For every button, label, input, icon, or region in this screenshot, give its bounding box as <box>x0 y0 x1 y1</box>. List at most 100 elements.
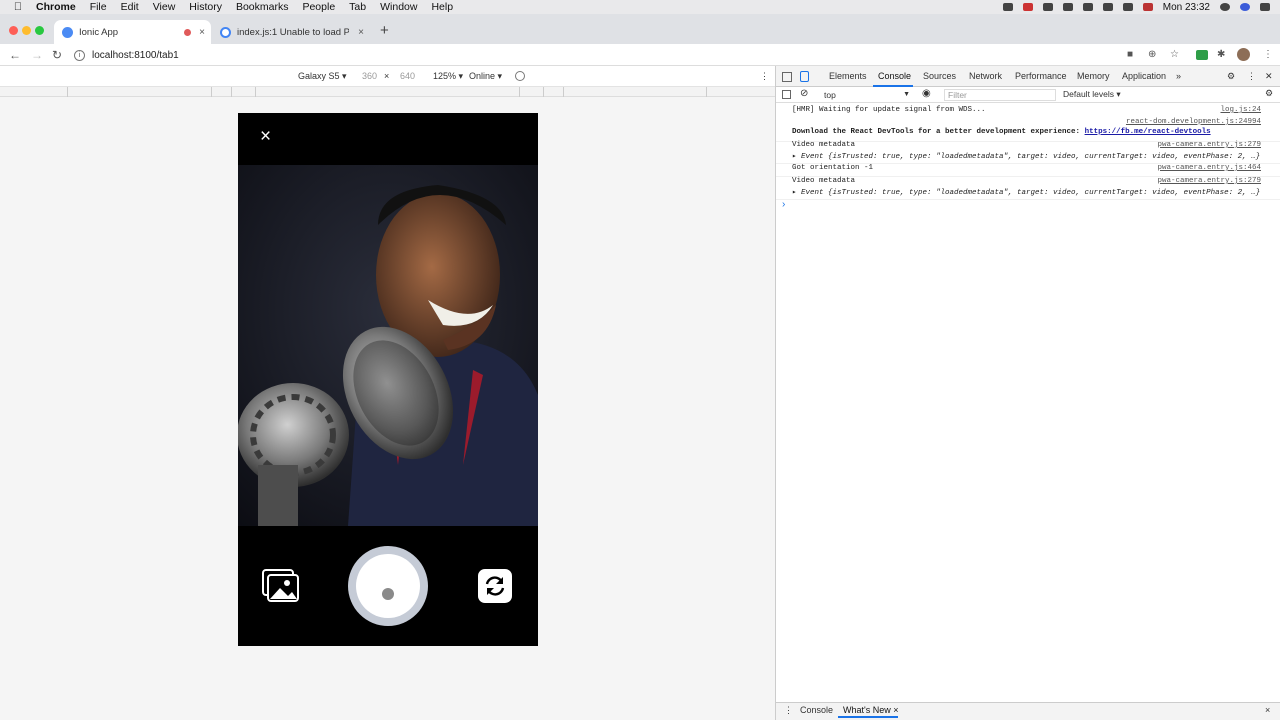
zoom-window-button[interactable] <box>35 26 44 35</box>
source-link[interactable]: react-dom.development.js:24994 <box>1126 118 1261 126</box>
more-tabs-icon[interactable]: » <box>1176 71 1181 81</box>
profile-avatar[interactable] <box>1237 48 1250 61</box>
site-info-icon[interactable]: i <box>74 50 85 61</box>
zoom-icon[interactable]: ⊕ <box>1148 49 1156 60</box>
tab-title: index.js:1 Unable to load PWA <box>237 26 349 38</box>
source-link[interactable]: pwa-camera.entry.js:279 <box>1157 141 1261 149</box>
siri-icon[interactable] <box>1240 3 1250 11</box>
tab-memory[interactable]: Memory <box>1077 71 1110 81</box>
apple-icon[interactable]:  <box>0 1 36 13</box>
menu-edit[interactable]: Edit <box>121 1 139 13</box>
shutter-button[interactable] <box>348 546 428 626</box>
back-icon[interactable]: ← <box>9 48 21 62</box>
ionic-favicon-icon <box>62 26 73 38</box>
menu-help[interactable]: Help <box>431 1 453 13</box>
tab-ionic-app[interactable]: Ionic App × <box>54 20 211 44</box>
network-throttle-select[interactable]: Online ▾ <box>469 71 502 82</box>
menu-chrome[interactable]: Chrome <box>36 1 76 13</box>
close-window-button[interactable] <box>9 26 18 35</box>
console-message: Got orientation -1 pwa-camera.entry.js:4… <box>776 164 1280 177</box>
airplay-icon[interactable] <box>1122 3 1133 11</box>
devtools-settings-icon[interactable]: ⚙ <box>1227 71 1235 82</box>
device-toggle-icon[interactable] <box>800 71 809 82</box>
record-icon[interactable] <box>1022 3 1033 11</box>
camera-in-use-icon[interactable]: ■ <box>1127 49 1133 60</box>
filter-input[interactable]: Filter <box>944 89 1056 101</box>
menu-file[interactable]: File <box>90 1 107 13</box>
sidebar-toggle-icon[interactable] <box>782 90 791 99</box>
drawer-tab-console[interactable]: Console <box>800 705 833 715</box>
console-settings-icon[interactable]: ⚙ <box>1265 88 1273 99</box>
close-tab-icon[interactable]: × <box>199 27 205 38</box>
inspect-element-icon[interactable] <box>782 72 792 82</box>
menu-history[interactable]: History <box>189 1 222 13</box>
address-bar[interactable]: i localhost:8100/tab1 <box>74 47 1144 64</box>
chrome-menu-icon[interactable]: ⋮ <box>1263 49 1273 60</box>
steam-icon[interactable] <box>1062 3 1073 11</box>
event-object-text[interactable]: ▸ Event {isTrusted: true, type: "loadedm… <box>792 151 1260 161</box>
forward-icon[interactable]: → <box>31 48 43 62</box>
live-expression-eye-icon[interactable]: ◉ <box>922 88 931 99</box>
bookmark-star-icon[interactable]: ☆ <box>1170 49 1179 60</box>
tab-sources[interactable]: Sources <box>923 71 956 81</box>
log-levels-select[interactable]: Default levels ▾ <box>1063 89 1121 100</box>
control-center-icon[interactable] <box>1260 3 1270 11</box>
tab-performance[interactable]: Performance <box>1015 71 1067 81</box>
tab-elements[interactable]: Elements <box>829 71 867 81</box>
extension-icon[interactable] <box>1196 50 1208 60</box>
new-tab-button[interactable]: + <box>380 22 389 39</box>
menu-view[interactable]: View <box>153 1 176 13</box>
rotate-icon[interactable] <box>515 71 525 81</box>
clear-console-icon[interactable]: ⊘ <box>800 88 808 99</box>
screen-record-icon[interactable] <box>1002 3 1013 11</box>
tab-index-js[interactable]: index.js:1 Unable to load PWA × <box>212 20 370 44</box>
device-toolbar-menu-icon[interactable]: ⋮ <box>760 71 769 82</box>
close-drawer-icon[interactable]: × <box>1265 705 1270 715</box>
media-query-ruler[interactable] <box>0 87 775 97</box>
camera-feed-image <box>238 165 538 526</box>
search-icon[interactable] <box>1220 3 1230 11</box>
reload-icon[interactable]: ↻ <box>52 48 62 62</box>
event-object-text[interactable]: ▸ Event {isTrusted: true, type: "loadedm… <box>792 187 1260 197</box>
source-link[interactable]: pwa-camera.entry.js:464 <box>1157 164 1261 172</box>
device-select[interactable]: Galaxy S5 ▾ <box>298 71 347 82</box>
gallery-button[interactable] <box>262 569 300 603</box>
console-prompt[interactable]: › <box>782 199 785 210</box>
console-object[interactable]: ▸ Event {isTrusted: true, type: "loadedm… <box>776 151 1280 164</box>
close-camera-button[interactable]: × <box>260 127 271 147</box>
tab-title: Ionic App <box>79 26 119 38</box>
camera-preview <box>238 165 538 526</box>
macos-menubar:  Chrome File Edit View History Bookmark… <box>0 0 1280 14</box>
source-link[interactable]: log.js:24 <box>1220 106 1261 114</box>
clock[interactable]: Mon 23:32 <box>1163 2 1210 13</box>
height-input[interactable]: 640 <box>400 71 415 81</box>
tab-application[interactable]: Application <box>1122 71 1166 81</box>
menu-window[interactable]: Window <box>380 1 417 13</box>
source-link[interactable]: pwa-camera.entry.js:279 <box>1157 177 1261 185</box>
tab-console[interactable]: Console <box>878 71 911 81</box>
flip-camera-button[interactable] <box>478 569 512 603</box>
console-object[interactable]: ▸ Event {isTrusted: true, type: "loadedm… <box>776 187 1280 200</box>
extensions-puzzle-icon[interactable]: ✱ <box>1217 49 1225 60</box>
dimension-swap-icon[interactable]: × <box>384 71 389 81</box>
menu-tab[interactable]: Tab <box>349 1 366 13</box>
devtools-link[interactable]: https://fb.me/react-devtools <box>1085 128 1211 136</box>
creative-cloud-icon[interactable] <box>1042 3 1053 11</box>
flag-icon[interactable] <box>1142 3 1153 11</box>
width-input[interactable]: 360 <box>362 71 377 81</box>
drawer-active-indicator <box>838 716 898 718</box>
drawer-tab-whats-new[interactable]: What's New × <box>843 705 899 715</box>
close-tab-icon[interactable]: × <box>358 27 364 38</box>
menu-people[interactable]: People <box>302 1 335 13</box>
close-devtools-icon[interactable]: ✕ <box>1265 71 1273 82</box>
context-select[interactable]: top ▼ <box>820 89 914 101</box>
devtools-menu-icon[interactable]: ⋮ <box>1247 71 1256 82</box>
wifi-icon[interactable] <box>1102 3 1113 11</box>
minimize-window-button[interactable] <box>22 26 31 35</box>
bluetooth-icon[interactable] <box>1082 3 1093 11</box>
drawer-menu-icon[interactable]: ⋮ <box>784 705 793 716</box>
flip-camera-icon <box>485 576 505 596</box>
zoom-select[interactable]: 125% ▾ <box>433 71 463 82</box>
menu-bookmarks[interactable]: Bookmarks <box>236 1 289 13</box>
tab-network[interactable]: Network <box>969 71 1002 81</box>
